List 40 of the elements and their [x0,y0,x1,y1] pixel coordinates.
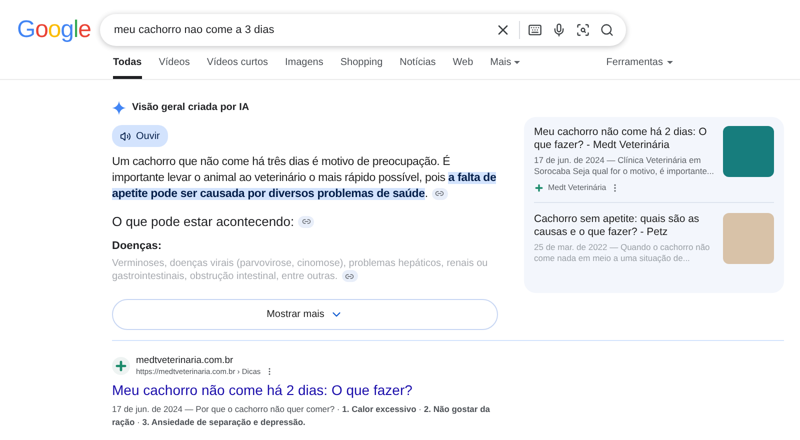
link-icon[interactable] [298,216,314,228]
caret-icon [514,60,520,64]
tab[interactable]: Todas [113,46,142,79]
photo-placeholder [723,213,774,264]
tab[interactable]: Web [452,46,474,79]
logo[interactable]: Google [0,12,100,48]
source-snippet: 17 de jun. de 2024 — Clínica Veterinária em Sorocaba Seja qual for o motivo, é importante... [534,155,715,177]
source-title[interactable]: Cachorro sem apetite: quais são as causas e o que fazer? - Petz [534,213,715,239]
search-icon[interactable] [600,23,614,37]
tab[interactable]: Vídeos [158,46,190,79]
link-icon[interactable] [342,270,358,282]
link-icon[interactable] [432,188,448,200]
show-more-button[interactable]: Mostrar mais [112,299,498,330]
result-snippet: 17 de jun. de 2024 — Por que o cachorro não quer comer? · 1. Calor excessivo · 2. Não gostar da ração · 3. Ansiedade de separação e depressão. [112,403,492,430]
source-snippet: 25 de mar. de 2022 — Quando o cachorro não come nada em meio a uma situação de... [534,242,711,264]
tab[interactable]: Imagens [285,46,324,79]
tools-menu[interactable]: Ferramentas [606,55,673,70]
photo-placeholder [723,126,774,177]
tab[interactable]: Notícias [400,46,436,79]
camera-icon[interactable] [576,23,590,37]
sparkle-icon [112,100,126,114]
keyboard-icon[interactable] [528,23,542,37]
cross-icon [534,183,544,193]
caret-icon [666,61,673,64]
source-site: Medt Veterinária [548,182,606,194]
source-title[interactable]: Meu cachorro não come há 2 dias: O que fazer? - Medt Veterinária [534,126,715,152]
tab[interactable]: Vídeos curtos [206,46,268,79]
speaker-icon [120,130,131,142]
microphone-icon[interactable] [552,23,566,37]
site-name: medtveterinaria.com.br [136,355,234,366]
listen-button[interactable]: Ouvir [112,125,168,147]
overview-paragraph: Um cachorro que não come há três dias é motivo de preocupação. É importante levar o animal ao veterinário o mais rápido possível, pois a falta de apetite pode ser causada por diversos problemas de saúde. [112,154,498,202]
more-menu[interactable]: Mais [490,46,520,79]
section-heading: O que pode estar acontecendo: [112,213,294,231]
section-subheading: Doenças: [112,238,163,254]
overview-title: Visão geral criada por IA [132,101,250,115]
search-field[interactable]: meu cachorro nao come a 3 dias [100,14,626,46]
faded-paragraph: Verminoses, doenças virais (parvovirose, cinomose), problemas hepáticos, renais ou gastrointestinais, obstrução intestinal, entre outras. [112,257,489,283]
tab[interactable]: Shopping [340,46,383,79]
result-title[interactable]: Meu cachorro não come há 2 dias: O que fazer? [112,380,800,402]
